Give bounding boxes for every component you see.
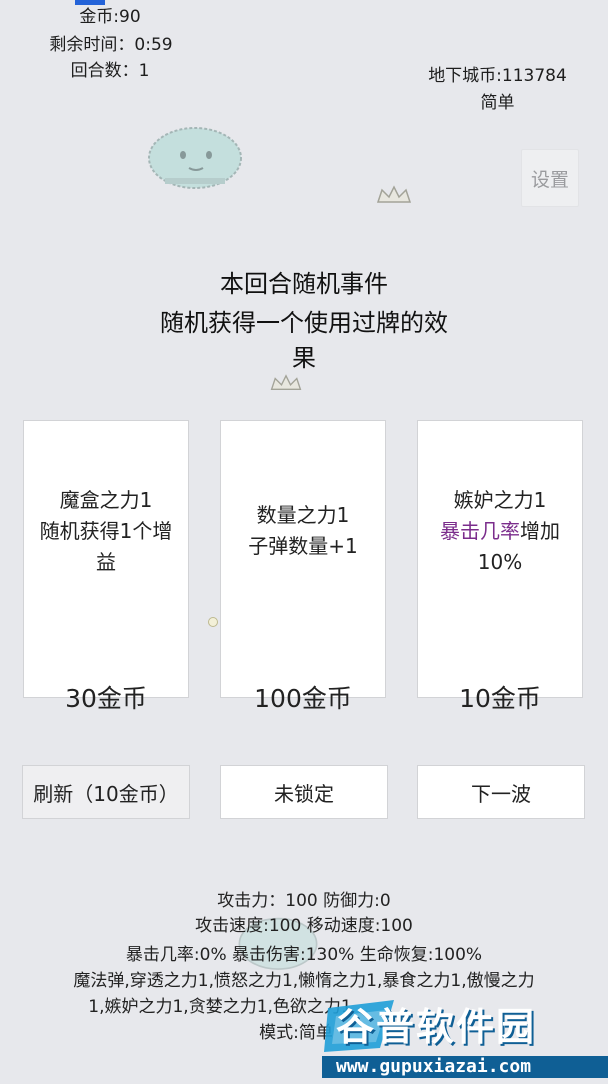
shop-card-2[interactable]: 数量之力1 子弹数量+1 100金币 xyxy=(220,420,386,713)
shop-card-1[interactable]: 魔盒之力1 随机获得1个增 益 30金币 xyxy=(23,420,189,713)
watermark-url: www.gupuxiazai.com xyxy=(336,1056,532,1077)
event-title: 本回合随机事件 xyxy=(220,270,388,298)
pickup-dot xyxy=(208,617,218,627)
card-body: 嫉妒之力1 暴击几率增加 10% xyxy=(422,421,578,641)
card-description: 暴击几率增加 xyxy=(440,516,560,547)
settings-button[interactable]: 设置 xyxy=(521,149,579,207)
round-counter: 回合数：1 xyxy=(70,61,150,81)
site-watermark: 谷普软件园 www.gupuxiazai.com xyxy=(322,990,608,1080)
difficulty-label: 简单 xyxy=(480,93,515,113)
crown-icon xyxy=(376,185,412,203)
card-description: 子弹数量+1 xyxy=(248,534,358,558)
card-description-continued: 益 xyxy=(96,549,116,574)
shop-card-3[interactable]: 嫉妒之力1 暴击几率增加 10% 10金币 xyxy=(417,420,583,713)
card-description: 随机获得1个增 xyxy=(39,518,173,543)
dungeon-coins: 地下城币:113784 xyxy=(428,66,567,86)
card-price: 30金币 xyxy=(65,684,147,713)
gold-counter: 金币:90 xyxy=(79,7,141,27)
watermark-brand: 谷普软件园 xyxy=(336,1005,537,1049)
card-body: 数量之力1 子弹数量+1 xyxy=(225,421,381,641)
card-name: 数量之力1 xyxy=(256,503,350,527)
card-price: 10金币 xyxy=(459,684,541,713)
card-name: 嫉妒之力1 xyxy=(453,487,547,512)
event-description-continued: 果 xyxy=(292,344,316,372)
stats-speed: 攻击速度:100 移动速度:100 xyxy=(195,916,413,936)
card-price: 100金币 xyxy=(254,684,352,713)
event-description: 随机获得一个使用过牌的效 xyxy=(160,309,448,337)
stats-crit-regen: 暴击几率:0% 暴击伤害:130% 生命恢复:100% xyxy=(125,945,483,965)
slime-sprite-icon xyxy=(148,127,242,189)
crown-icon xyxy=(270,374,302,390)
card-name: 魔盒之力1 xyxy=(59,487,153,512)
card-description-highlight: 暴击几率 xyxy=(440,518,520,543)
card-description-rest: 增加 xyxy=(520,518,560,543)
card-description-continued: 10% xyxy=(477,549,523,574)
stats-attack-defense: 攻击力：100 防御力:0 xyxy=(217,891,391,911)
card-body: 魔盒之力1 随机获得1个增 益 xyxy=(28,421,184,641)
lock-button[interactable]: 未锁定 xyxy=(220,765,388,819)
refresh-button[interactable]: 刷新（10金币） xyxy=(22,765,190,819)
next-wave-button[interactable]: 下一波 xyxy=(417,765,585,819)
time-left: 剩余时间：0:59 xyxy=(49,35,173,55)
